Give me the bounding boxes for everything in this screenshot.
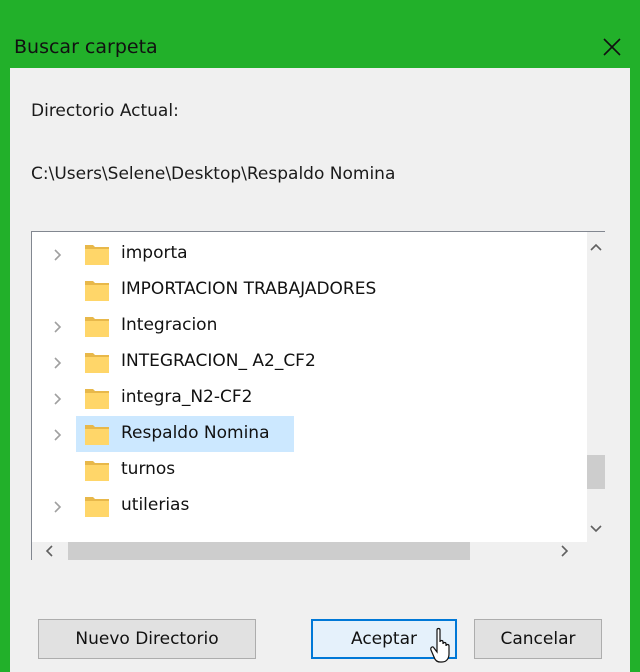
folder-icon bbox=[85, 461, 109, 481]
scroll-down-icon[interactable] bbox=[590, 524, 602, 534]
expand-chevron-icon[interactable] bbox=[52, 392, 64, 406]
expand-chevron-icon[interactable] bbox=[52, 500, 64, 514]
current-dir-label: Directorio Actual: bbox=[31, 101, 179, 121]
tree-item-label: turnos bbox=[121, 459, 176, 479]
folder-icon bbox=[85, 317, 109, 337]
expand-chevron-icon[interactable] bbox=[52, 248, 64, 262]
vertical-scroll-thumb[interactable] bbox=[587, 455, 605, 489]
vertical-scrollbar[interactable] bbox=[587, 232, 605, 542]
folder-dialog: Buscar carpeta Directorio Actual: C:\Use… bbox=[0, 0, 640, 672]
tree-item-label: IMPORTACION TRABAJADORES bbox=[121, 279, 377, 299]
horizontal-scrollbar[interactable] bbox=[32, 542, 587, 560]
cancel-button[interactable]: Cancelar bbox=[474, 619, 602, 659]
tree-item[interactable]: importa bbox=[32, 236, 587, 272]
tree-item[interactable]: IMPORTACION TRABAJADORES bbox=[32, 272, 587, 308]
current-path: C:\Users\Selene\Desktop\Respaldo Nomina bbox=[31, 164, 396, 184]
folder-icon bbox=[85, 389, 109, 409]
tree-item-label: utilerias bbox=[121, 495, 190, 515]
new-directory-button[interactable]: Nuevo Directorio bbox=[38, 619, 256, 659]
scroll-left-icon[interactable] bbox=[44, 545, 54, 557]
horizontal-scroll-thumb[interactable] bbox=[68, 542, 470, 560]
scroll-right-icon[interactable] bbox=[560, 545, 570, 557]
tree-item-label: INTEGRACION_ A2_CF2 bbox=[121, 351, 316, 371]
tree-item[interactable]: turnos bbox=[32, 452, 587, 488]
tree-item-label: Integracion bbox=[121, 315, 218, 335]
folder-icon bbox=[85, 281, 109, 301]
tree-item[interactable]: Respaldo Nomina bbox=[32, 416, 587, 452]
tree-item-label: importa bbox=[121, 243, 188, 263]
dialog-title: Buscar carpeta bbox=[14, 36, 158, 58]
folder-tree[interactable]: importa IMPORTACION TRABAJADORES Integraci… bbox=[31, 231, 605, 560]
tree-item[interactable]: Integracion bbox=[32, 308, 587, 344]
expand-chevron-icon[interactable] bbox=[52, 356, 64, 370]
expand-chevron-icon[interactable] bbox=[52, 428, 64, 442]
tree-item[interactable]: integra_N2-CF2 bbox=[32, 380, 587, 416]
folder-icon bbox=[85, 425, 109, 445]
title-bar: Buscar carpeta bbox=[10, 10, 630, 68]
folder-icon bbox=[85, 497, 109, 517]
close-icon bbox=[603, 38, 621, 56]
expand-chevron-icon[interactable] bbox=[52, 320, 64, 334]
dialog-body: Directorio Actual: C:\Users\Selene\Deskt… bbox=[10, 68, 630, 672]
scroll-up-icon[interactable] bbox=[590, 242, 602, 252]
folder-icon bbox=[85, 245, 109, 265]
tree-item-label: integra_N2-CF2 bbox=[121, 387, 253, 407]
tree-item[interactable]: INTEGRACION_ A2_CF2 bbox=[32, 344, 587, 380]
tree-item-label: Respaldo Nomina bbox=[121, 423, 270, 443]
close-button[interactable] bbox=[594, 28, 630, 66]
folder-icon bbox=[85, 353, 109, 373]
mouse-cursor-icon bbox=[430, 627, 450, 663]
scrollbar-corner bbox=[587, 542, 605, 560]
tree-item[interactable]: utilerias bbox=[32, 488, 587, 524]
